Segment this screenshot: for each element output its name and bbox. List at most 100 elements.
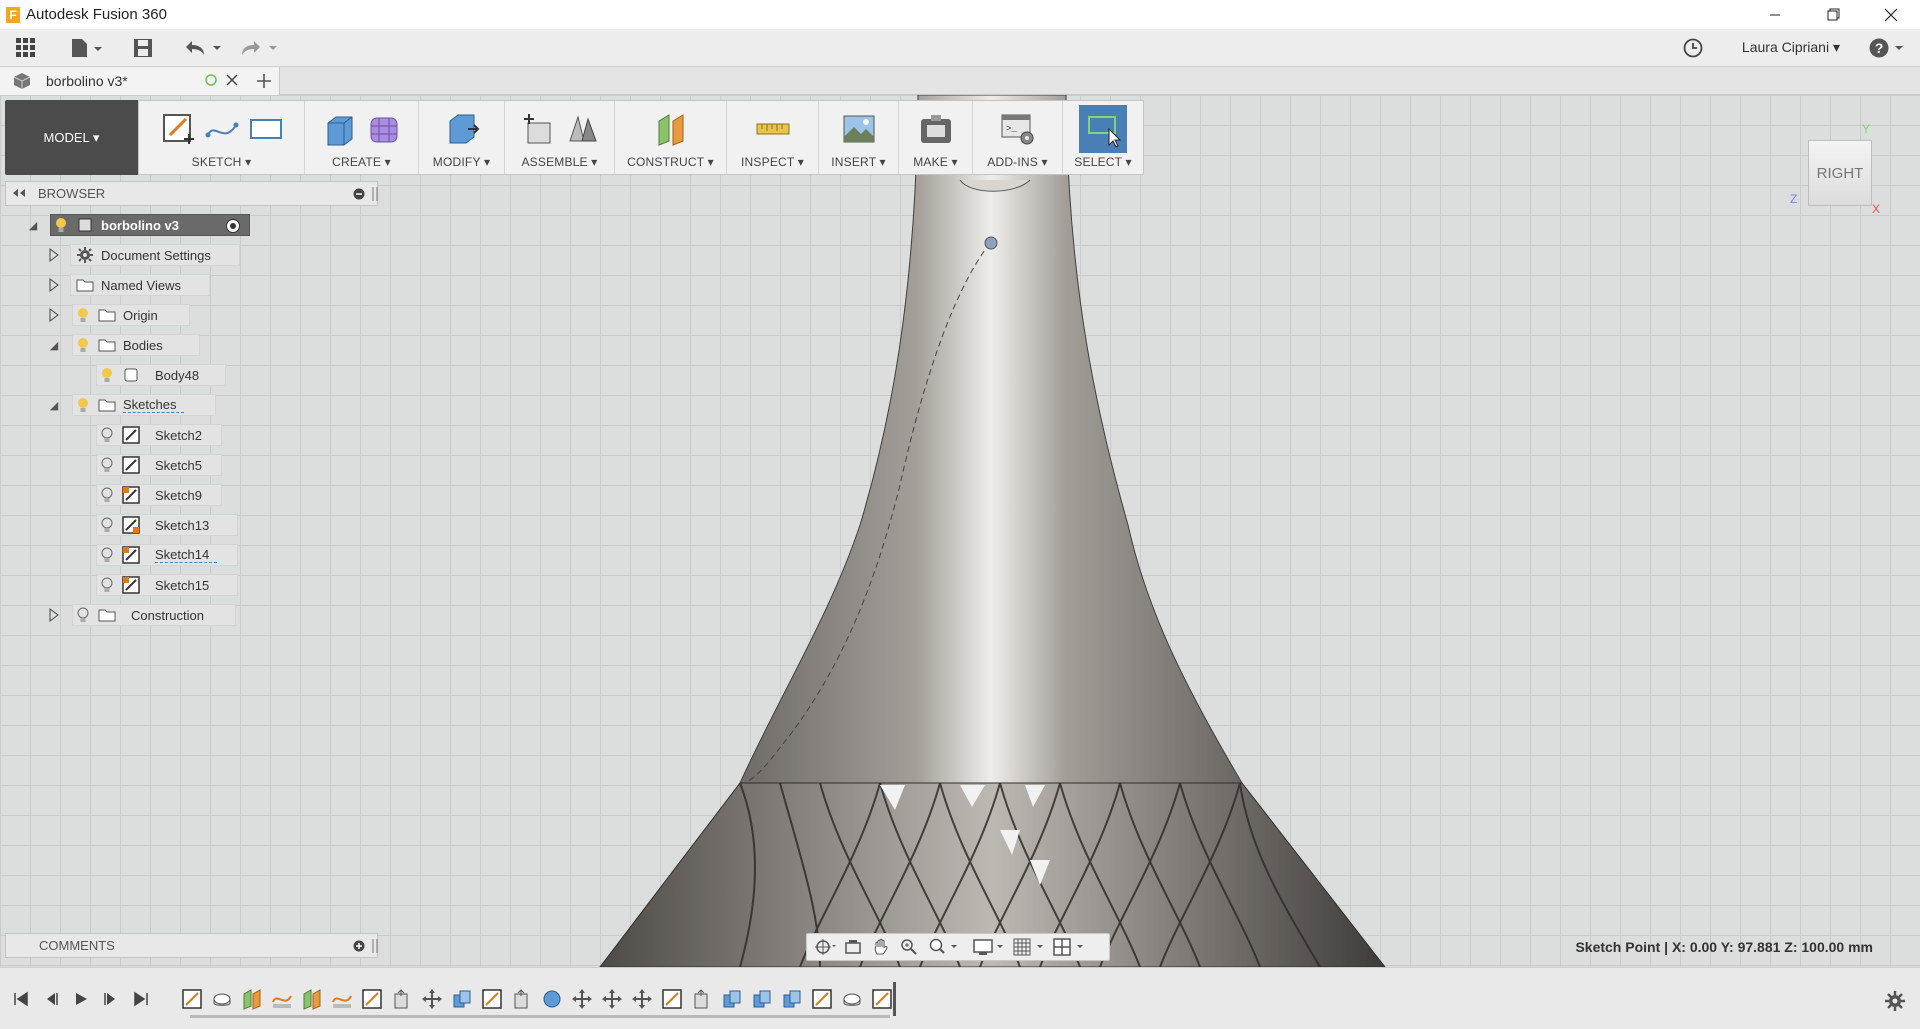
expand-arrow-icon[interactable] <box>46 307 62 323</box>
timeline-combine-feature-icon[interactable] <box>450 987 474 1011</box>
redo-icon[interactable] <box>236 35 280 61</box>
visibility-bulb-off-icon[interactable] <box>97 575 117 595</box>
viewports-icon[interactable] <box>1051 936 1087 958</box>
sketch14-node[interactable]: Sketch14 <box>96 544 238 566</box>
select-group[interactable]: SELECT ▾ <box>1063 101 1143 174</box>
timeline-revolve-feature-icon[interactable] <box>210 987 234 1011</box>
viewcube[interactable]: RIGHT <box>1808 140 1872 206</box>
browser-panel-header[interactable]: BROWSER <box>5 181 378 206</box>
close-tab-icon[interactable] <box>225 73 239 92</box>
fit-zoom-icon[interactable] <box>925 936 961 958</box>
visibility-bulb-icon[interactable] <box>97 365 117 385</box>
collapse-browser-icon[interactable] <box>12 186 26 201</box>
visibility-bulb-icon[interactable] <box>73 335 93 355</box>
sketch13-node[interactable]: Sketch13 <box>96 514 238 536</box>
timeline-move-feature-icon[interactable] <box>570 987 594 1011</box>
form-icon[interactable] <box>365 110 403 148</box>
create-group-label[interactable]: CREATE ▾ <box>332 155 391 169</box>
minimize-browser-icon[interactable] <box>353 188 365 203</box>
workspace-switcher[interactable]: MODEL ▾ <box>5 100 138 175</box>
timeline-previous-icon[interactable] <box>38 988 64 1010</box>
visibility-bulb-off-icon[interactable] <box>97 455 117 475</box>
assemble-group[interactable]: ASSEMBLE ▾ <box>505 101 615 174</box>
inspect-group-label[interactable]: INSPECT ▾ <box>741 155 804 169</box>
rectangle-icon[interactable] <box>247 110 285 148</box>
timeline-sketch-feature-icon[interactable] <box>870 987 894 1011</box>
timeline-play-icon[interactable] <box>68 988 94 1010</box>
timeline-combine-feature-icon[interactable] <box>750 987 774 1011</box>
timeline-move-feature-icon[interactable] <box>420 987 444 1011</box>
timeline-plane-feature-icon[interactable] <box>300 987 324 1011</box>
select-group-label[interactable]: SELECT ▾ <box>1074 155 1131 169</box>
look-at-icon[interactable] <box>841 936 865 958</box>
scripts-addins-icon[interactable]: >_ <box>999 110 1037 148</box>
grid-settings-icon[interactable] <box>1011 936 1047 958</box>
document-settings-node[interactable]: Document Settings <box>70 244 240 266</box>
visibility-bulb-icon[interactable] <box>73 395 93 415</box>
extrude-icon[interactable] <box>321 110 359 148</box>
timeline-extrude-feature-icon[interactable] <box>510 987 534 1011</box>
comments-panel-header[interactable]: COMMENTS <box>5 933 378 958</box>
timeline-sketch-feature-icon[interactable] <box>810 987 834 1011</box>
new-tab-icon[interactable] <box>255 72 273 95</box>
select-icon[interactable] <box>1079 105 1127 153</box>
sketch-group-label[interactable]: SKETCH ▾ <box>192 155 252 169</box>
display-settings-icon[interactable] <box>971 936 1007 958</box>
create-group[interactable]: CREATE ▾ <box>305 101 419 174</box>
sketch9-node[interactable]: Sketch9 <box>96 484 222 506</box>
pan-hand-icon[interactable] <box>869 936 893 958</box>
visibility-bulb-off-icon[interactable] <box>97 485 117 505</box>
add-comment-icon[interactable] <box>353 940 365 955</box>
document-tab[interactable]: borbolino v3* <box>0 67 280 95</box>
insert-group[interactable]: INSERT ▾ <box>819 101 899 174</box>
timeline-settings-gear-icon[interactable] <box>1884 990 1906 1017</box>
modify-group-label[interactable]: MODIFY ▾ <box>433 155 490 169</box>
data-panel-grid-icon[interactable] <box>12 35 40 61</box>
insert-image-icon[interactable] <box>840 110 878 148</box>
timeline-extrude-feature-icon[interactable] <box>690 987 714 1011</box>
bodies-node[interactable]: Bodies <box>72 334 200 356</box>
timeline-combine-feature-icon[interactable] <box>780 987 804 1011</box>
minimize-button[interactable] <box>1746 0 1804 29</box>
timeline-move-feature-icon[interactable] <box>630 987 654 1011</box>
timeline-move-feature-icon[interactable] <box>600 987 624 1011</box>
sketch-group[interactable]: SKETCH ▾ <box>139 101 305 174</box>
construct-group[interactable]: CONSTRUCT ▾ <box>615 101 727 174</box>
expand-arrow-icon[interactable] <box>46 277 62 293</box>
timeline-sphere-feature-icon[interactable] <box>540 987 564 1011</box>
construction-node[interactable]: Construction <box>72 604 236 626</box>
named-views-node[interactable]: Named Views <box>70 274 210 296</box>
timeline-first-icon[interactable] <box>8 988 34 1010</box>
offset-plane-icon[interactable] <box>652 110 690 148</box>
sketch2-node[interactable]: Sketch2 <box>96 424 222 446</box>
job-status-clock-icon[interactable] <box>1680 35 1706 61</box>
visibility-bulb-off-icon[interactable] <box>97 515 117 535</box>
insert-group-label[interactable]: INSERT ▾ <box>831 155 886 169</box>
expand-arrow-icon[interactable] <box>46 247 62 263</box>
sketch15-node[interactable]: Sketch15 <box>96 574 238 596</box>
timeline-position-marker[interactable] <box>893 982 896 1016</box>
measure-icon[interactable] <box>754 110 792 148</box>
orbit-icon[interactable] <box>813 936 837 958</box>
joint-icon[interactable] <box>563 110 601 148</box>
pin-comments-icon[interactable] <box>372 938 378 957</box>
make-group[interactable]: MAKE ▾ <box>899 101 973 174</box>
make-group-label[interactable]: MAKE ▾ <box>913 155 958 169</box>
root-component-node[interactable]: borbolino v3 <box>50 214 250 236</box>
timeline-combine-feature-icon[interactable] <box>720 987 744 1011</box>
timeline-sketch-feature-icon[interactable] <box>330 987 354 1011</box>
assemble-group-label[interactable]: ASSEMBLE ▾ <box>521 155 597 169</box>
timeline-plane-feature-icon[interactable] <box>240 987 264 1011</box>
timeline-sketch-feature-icon[interactable] <box>360 987 384 1011</box>
timeline-last-icon[interactable] <box>128 988 154 1010</box>
origin-node[interactable]: Origin <box>72 304 190 326</box>
sketch5-node[interactable]: Sketch5 <box>96 454 222 476</box>
pin-browser-icon[interactable] <box>372 186 378 205</box>
visibility-bulb-icon[interactable] <box>73 305 93 325</box>
user-account-menu[interactable]: Laura Cipriani ▾ <box>1742 39 1840 56</box>
save-icon[interactable] <box>130 35 156 61</box>
collapse-arrow-icon[interactable]: ◢ <box>25 217 41 233</box>
add-ins-group-label[interactable]: ADD-INS ▾ <box>987 155 1048 169</box>
visibility-bulb-off-icon[interactable] <box>73 605 93 625</box>
press-pull-icon[interactable] <box>443 110 481 148</box>
